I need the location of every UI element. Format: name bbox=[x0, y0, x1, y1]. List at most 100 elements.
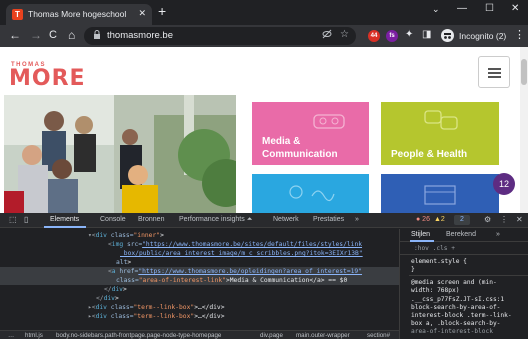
card-people-health-label: People & Health bbox=[391, 149, 468, 160]
tab-strip: T Thomas More hogeschool ✕ + ⌄ — ☐ ✕ bbox=[0, 0, 528, 25]
vr-headset-icon bbox=[313, 114, 345, 129]
tab-search-icon[interactable]: ⌄ bbox=[432, 4, 440, 15]
tab-netwerk[interactable]: Netwerk bbox=[273, 216, 299, 223]
page-scrollbar[interactable] bbox=[520, 47, 528, 213]
scribble-icon bbox=[289, 185, 335, 202]
minimize-button[interactable]: — bbox=[457, 3, 467, 14]
browser-tab[interactable]: T Thomas More hogeschool ✕ bbox=[6, 4, 152, 25]
css-rule-line1[interactable]: .__css_p77FsZ.JT-sI.css:1 bbox=[411, 296, 504, 303]
hamburger-menu-button[interactable] bbox=[478, 56, 510, 88]
thomas-more-favicon-icon: T bbox=[12, 9, 23, 20]
window-close-button[interactable]: ✕ bbox=[511, 3, 519, 14]
browser-menu-icon[interactable]: ⋮ bbox=[514, 28, 525, 41]
dom-node-line[interactable]: _box/public/area_interest_image/m_c_scri… bbox=[0, 249, 399, 258]
elements-tree[interactable]: ▾<div class="inner"> <img src="https://ww… bbox=[0, 229, 399, 330]
tab-performance-insights[interactable]: Performance insights ⏶ bbox=[179, 216, 252, 224]
styles-pane: Stijlen Berekend » :hov .cls + element.s… bbox=[400, 229, 528, 339]
active-tab-indicator bbox=[44, 226, 86, 228]
css-rule-line3: interest-block .term--link- bbox=[411, 312, 512, 319]
sgt-extension-icon[interactable]: 44 bbox=[368, 30, 380, 42]
devtools-close-icon[interactable]: ✕ bbox=[516, 215, 523, 224]
info-count[interactable]: 2 bbox=[454, 215, 470, 225]
element-style-rule[interactable]: element.style { bbox=[411, 258, 467, 265]
card-media-line2: Communication bbox=[262, 149, 338, 160]
media-query-line2: width: 768px) bbox=[411, 287, 460, 294]
forward-button[interactable]: → bbox=[30, 28, 42, 42]
students-photo bbox=[4, 95, 236, 213]
tab-bronnen[interactable]: Bronnen bbox=[138, 216, 164, 223]
breadcrumb-item[interactable]: div.page bbox=[260, 331, 283, 339]
card-people-health[interactable]: People & Health bbox=[381, 102, 499, 165]
home-button[interactable]: ⌂ bbox=[68, 28, 75, 42]
device-toolbar-icon[interactable]: ▯ bbox=[24, 215, 28, 224]
speech-bubbles-icon bbox=[424, 110, 458, 130]
incognito-icon[interactable] bbox=[441, 29, 454, 42]
page-viewport: THOMAS MORE Media & Communication People… bbox=[0, 47, 528, 213]
dom-node-line[interactable]: <img src="https://www.thomasmore.be/site… bbox=[0, 240, 399, 249]
breadcrumb-item[interactable]: body.no-sidebars.path-frontpage.page-nod… bbox=[56, 331, 221, 339]
dom-node-line[interactable]: class="area-of-interest-link">Media & Co… bbox=[0, 276, 399, 285]
styles-separator bbox=[409, 275, 528, 276]
eye-slash-icon[interactable] bbox=[322, 29, 332, 42]
element-style-close: } bbox=[411, 266, 415, 273]
incognito-label[interactable]: Incognito (2) bbox=[459, 31, 506, 41]
breadcrumb-item[interactable]: section# bbox=[367, 331, 390, 339]
card-dark-blue[interactable] bbox=[381, 174, 499, 213]
more-tabs-icon[interactable]: » bbox=[355, 216, 359, 223]
warning-count[interactable]: ▲2 bbox=[434, 216, 445, 223]
inspect-element-icon[interactable]: ⬚ bbox=[9, 215, 17, 224]
dom-node-line[interactable]: ▸<div class="term--link-box">…</div> bbox=[0, 303, 399, 312]
lock-icon[interactable] bbox=[93, 30, 101, 41]
browser-toolbar: ← → C ⌂ thomasmore.be ☆ 44 fs ✦ ◨ Incogn… bbox=[0, 25, 528, 47]
browser-window: T Thomas More hogeschool ✕ + ⌄ — ☐ ✕ ← →… bbox=[0, 0, 528, 339]
error-count[interactable]: ● 26 bbox=[416, 216, 430, 223]
dom-node-line[interactable]: alt> bbox=[0, 258, 399, 267]
media-query-line1: @media screen and (min- bbox=[411, 279, 497, 286]
devtools-tab-bar: ⬚ ▯ Elements Console Bronnen Performance… bbox=[0, 213, 528, 228]
breadcrumb-item[interactable]: … bbox=[8, 331, 14, 339]
tab-berekend[interactable]: Berekend bbox=[446, 231, 476, 238]
building-icon bbox=[424, 185, 456, 205]
card-media-communication[interactable]: Media & Communication bbox=[252, 102, 369, 165]
devtools-panel: ⬚ ▯ Elements Console Bronnen Performance… bbox=[0, 213, 528, 339]
dom-node-line[interactable]: <a href="https://www.thomasmore.be/oplei… bbox=[0, 267, 399, 276]
notification-badge[interactable]: 12 bbox=[493, 173, 515, 195]
css-rule-line2: block-search-by-area-of- bbox=[411, 304, 501, 311]
url-text[interactable]: thomasmore.be bbox=[107, 30, 173, 41]
breadcrumb-item[interactable]: main.outer-wrapper bbox=[296, 331, 350, 339]
new-tab-button[interactable]: + bbox=[158, 4, 166, 18]
tab-elements[interactable]: Elements bbox=[50, 216, 79, 223]
side-panel-icon[interactable]: ◨ bbox=[422, 29, 431, 40]
styles-active-indicator bbox=[410, 240, 434, 242]
bookmark-star-icon[interactable]: ☆ bbox=[340, 29, 349, 40]
reload-button[interactable]: C bbox=[49, 28, 57, 42]
thomas-more-logo[interactable]: MORE bbox=[9, 66, 86, 91]
tab-close-icon[interactable]: ✕ bbox=[138, 8, 146, 19]
styles-filter-row[interactable]: :hov .cls + bbox=[400, 243, 528, 255]
css-rule-line5: area-of-interest-block bbox=[411, 328, 493, 335]
dom-node-line[interactable]: ▸<div class="term--link-box">…</div> bbox=[0, 312, 399, 321]
tab-console[interactable]: Console bbox=[100, 216, 126, 223]
address-bar[interactable]: thomasmore.be ☆ bbox=[84, 27, 356, 45]
maximize-button[interactable]: ☐ bbox=[485, 3, 494, 14]
scroll-thumb[interactable] bbox=[521, 59, 527, 85]
card-media-line1: Media & bbox=[262, 136, 301, 147]
styles-filter-hint[interactable]: :hov .cls + bbox=[414, 245, 455, 252]
back-button[interactable]: ← bbox=[9, 28, 21, 42]
dom-breadcrumbs: … html.js body.no-sidebars.path-frontpage.… bbox=[0, 330, 399, 339]
dom-node-line[interactable]: </div> bbox=[0, 285, 399, 294]
devtools-menu-icon[interactable]: ⋮ bbox=[500, 215, 508, 224]
devtools-settings-icon[interactable]: ⚙ bbox=[484, 215, 491, 224]
breadcrumb-item[interactable]: html.js bbox=[25, 331, 43, 339]
card-blue[interactable] bbox=[252, 174, 369, 213]
fs-extension-icon[interactable]: fs bbox=[386, 30, 398, 42]
tab-stijlen[interactable]: Stijlen bbox=[411, 231, 430, 238]
styles-more-icon[interactable]: » bbox=[496, 231, 500, 238]
styles-tab-bar: Stijlen Berekend » bbox=[400, 229, 528, 242]
extensions-puzzle-icon[interactable]: ✦ bbox=[405, 29, 413, 40]
css-rule-line4: box a, .block-search-by- bbox=[411, 320, 501, 327]
tab-prestaties[interactable]: Prestaties bbox=[313, 216, 344, 223]
tab-title: Thomas More hogeschool bbox=[28, 9, 127, 19]
dom-node-line[interactable]: ▾<div class="inner"> bbox=[0, 231, 399, 240]
dom-node-line[interactable]: </div> bbox=[0, 294, 399, 303]
